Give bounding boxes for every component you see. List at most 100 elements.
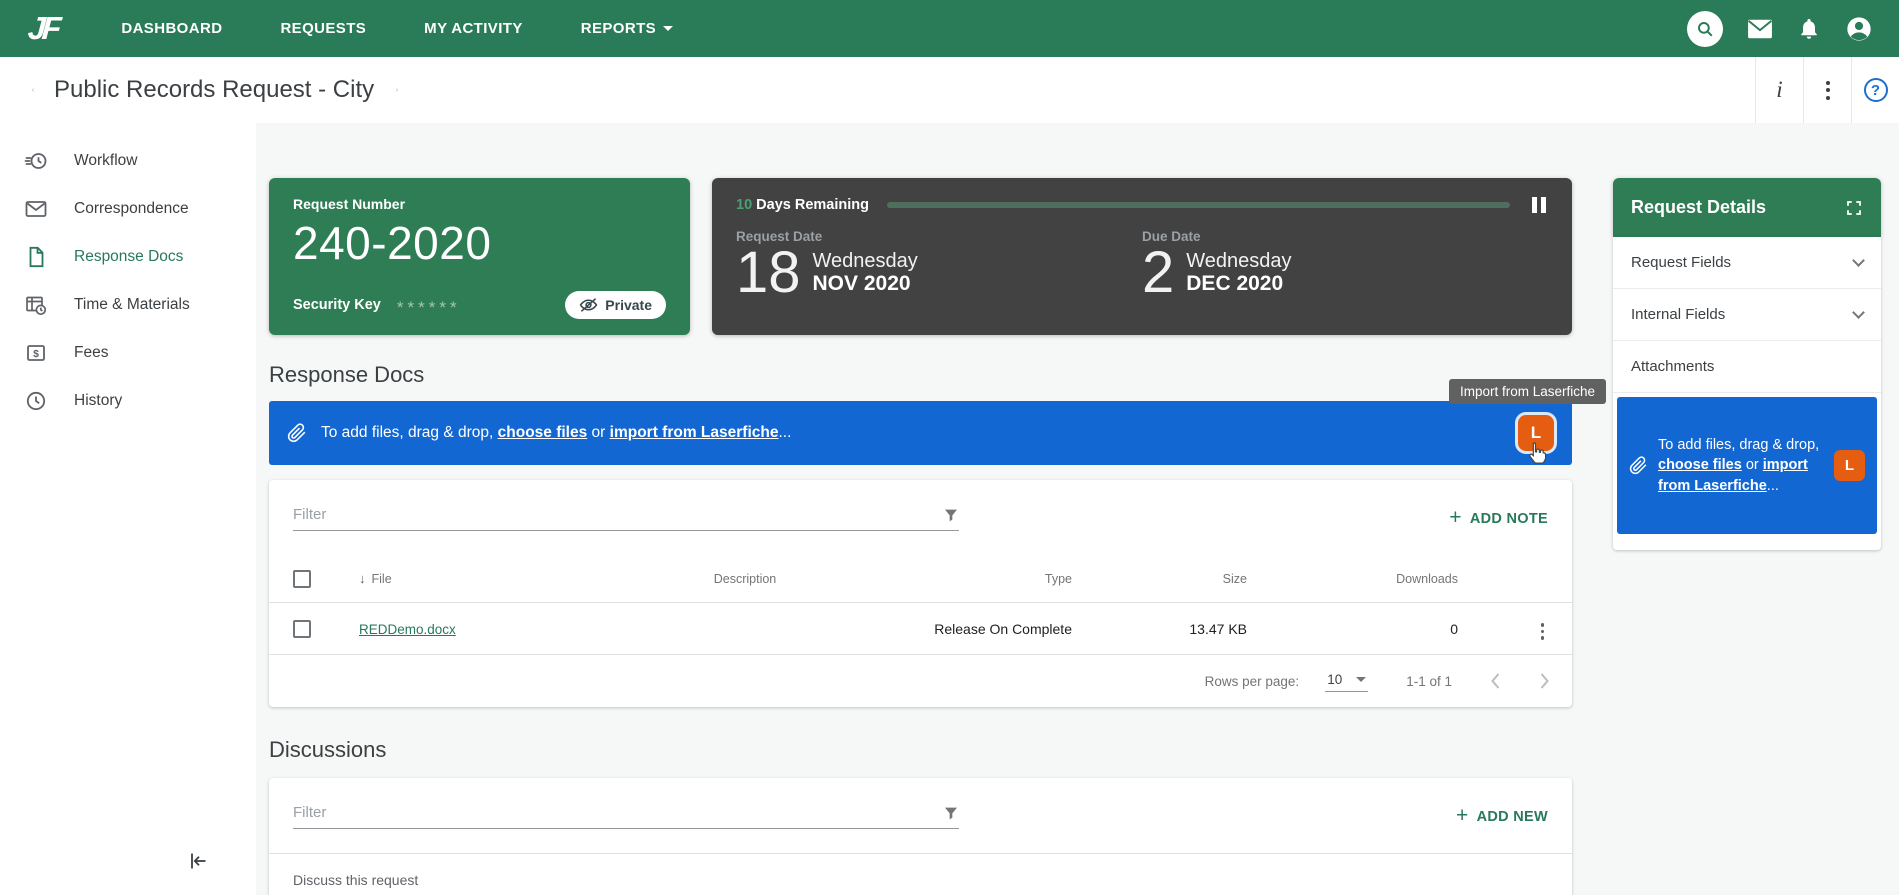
sidebar-item-correspondence[interactable]: Correspondence: [0, 185, 256, 233]
due-date-block: Due Date 2 Wednesday DEC 2020: [1142, 229, 1548, 321]
column-header-downloads[interactable]: Downloads: [1247, 572, 1458, 586]
request-date-month-year: NOV 2020: [812, 272, 911, 296]
plus-icon: +: [1456, 804, 1469, 827]
collapse-sidebar-button[interactable]: [186, 849, 210, 873]
nav-reports[interactable]: REPORTS: [581, 20, 674, 37]
due-date-day: 2: [1142, 240, 1175, 305]
account-icon[interactable]: [1845, 15, 1873, 43]
add-new-button[interactable]: + ADD NEW: [1456, 804, 1548, 827]
forward-chevron-icon[interactable]: [390, 80, 404, 100]
svg-text:$: $: [33, 348, 39, 360]
info-button[interactable]: i: [1755, 57, 1803, 123]
nav-requests[interactable]: REQUESTS: [280, 20, 366, 37]
main-area: Request Number 240-2020 Security Key ***…: [256, 123, 1899, 895]
notifications-bell-icon[interactable]: [1797, 17, 1821, 41]
filter-funnel-icon[interactable]: [943, 805, 959, 821]
pause-icon[interactable]: [1530, 195, 1548, 215]
sidebar-item-fees[interactable]: $ Fees: [0, 329, 256, 377]
attachments-dropzone[interactable]: To add files, drag & drop, choose files …: [1617, 397, 1877, 534]
app-logo[interactable]: JF: [27, 10, 59, 47]
top-nav: JF DASHBOARD REQUESTS MY ACTIVITY REPORT…: [0, 0, 1899, 57]
attachments-dropzone-text: To add files, drag & drop, choose files …: [1658, 436, 1820, 494]
mail-icon[interactable]: [1747, 18, 1773, 40]
request-details-header: Request Details: [1613, 178, 1881, 237]
discussions-heading: Discussions: [269, 737, 387, 762]
security-key-label: Security Key: [293, 297, 381, 313]
days-remaining-progressbar: [887, 202, 1510, 208]
file-dropzone[interactable]: To add files, drag & drop, choose files …: [269, 379, 1606, 465]
column-header-type[interactable]: Type: [890, 572, 1072, 586]
eye-off-icon: [579, 298, 598, 312]
sort-descending-icon: ↓: [359, 571, 366, 586]
filter-funnel-icon[interactable]: [943, 507, 959, 523]
due-date-month-year: DEC 2020: [1186, 272, 1284, 296]
sidebar-item-history[interactable]: History: [0, 377, 256, 425]
sidebar-item-response-docs[interactable]: Response Docs: [0, 233, 256, 281]
column-header-description[interactable]: Description: [600, 572, 890, 586]
row-checkbox[interactable]: [293, 619, 311, 638]
discussions-card: + ADD NEW Discuss this request: [269, 778, 1572, 895]
choose-files-link[interactable]: choose files: [1658, 457, 1742, 473]
attachments-section[interactable]: Attachments: [1613, 341, 1881, 393]
sidebar-item-time-materials[interactable]: Time & Materials: [0, 281, 256, 329]
due-date-weekday: Wednesday: [1186, 250, 1292, 273]
laserfiche-import-button[interactable]: L: [1518, 415, 1554, 451]
request-number-value: 240-2020: [293, 217, 492, 269]
sidebar-item-workflow[interactable]: Workflow: [0, 137, 256, 185]
choose-files-link[interactable]: choose files: [498, 424, 588, 441]
document-icon: [29, 246, 44, 268]
info-icon: i: [1776, 77, 1783, 102]
request-date-weekday: Wednesday: [812, 250, 918, 273]
expand-fullscreen-icon[interactable]: [1845, 199, 1863, 217]
import-laserfiche-link[interactable]: import from Laserfiche: [610, 424, 779, 441]
center-column: Request Number 240-2020 Security Key ***…: [269, 123, 1606, 895]
discussions-empty-text: Discuss this request: [269, 853, 1572, 895]
file-link[interactable]: REDDemo.docx: [359, 622, 456, 637]
row-actions-menu-icon[interactable]: [1537, 619, 1549, 644]
time-materials-icon: [26, 296, 47, 316]
rows-per-page-select[interactable]: 10: [1325, 670, 1369, 692]
row-type: Release On Complete: [934, 620, 1072, 637]
collapse-left-icon: [191, 853, 206, 869]
request-fields-accordion[interactable]: Request Fields: [1613, 237, 1881, 289]
page-title: Public Records Request - City: [54, 76, 375, 103]
summary-cards: Request Number 240-2020 Security Key ***…: [269, 178, 1572, 335]
add-note-button[interactable]: + ADD NOTE: [1449, 506, 1548, 529]
help-button[interactable]: ?: [1851, 57, 1899, 123]
discussions-filter-input[interactable]: [293, 804, 943, 821]
request-date-day: 18: [736, 240, 801, 305]
laserfiche-import-button[interactable]: L: [1834, 450, 1865, 481]
select-all-checkbox[interactable]: [293, 569, 311, 588]
nav-dashboard[interactable]: DASHBOARD: [121, 20, 222, 37]
table-header-row: ↓ File Description Type Size Downloads: [269, 555, 1572, 603]
private-toggle-button[interactable]: Private: [565, 291, 666, 319]
response-docs-filter-input[interactable]: [293, 506, 943, 523]
main-nav: DASHBOARD REQUESTS MY ACTIVITY REPORTS: [121, 20, 731, 37]
app-body: Workflow Correspondence Response Docs Ti…: [0, 123, 1899, 895]
breadcrumb-bar: Public Records Request - City i ?: [0, 57, 1899, 123]
dropzone-text: To add files, drag & drop, choose files …: [321, 424, 792, 441]
breadcrumb-actions: i ?: [1755, 57, 1899, 123]
response-docs-table: ↓ File Description Type Size Downloads RE…: [269, 555, 1572, 655]
previous-page-icon[interactable]: [1490, 673, 1501, 689]
more-options-button[interactable]: [1803, 57, 1851, 123]
pagination-range: 1-1 of 1: [1406, 673, 1452, 689]
top-nav-actions: [1687, 10, 1873, 47]
envelope-icon: [25, 201, 47, 217]
search-icon: [1698, 21, 1713, 36]
plus-icon: +: [1449, 506, 1462, 529]
paperclip-icon: [287, 423, 306, 443]
row-downloads: 0: [1450, 620, 1458, 637]
next-page-icon[interactable]: [1539, 673, 1550, 689]
internal-fields-accordion[interactable]: Internal Fields: [1613, 289, 1881, 341]
column-header-size[interactable]: Size: [1072, 572, 1247, 586]
workflow-icon: [24, 153, 47, 169]
timeline-card: 10 Days Remaining Request Date 18 Wednes…: [712, 178, 1572, 335]
column-header-file[interactable]: ↓ File: [333, 571, 600, 586]
left-sidebar: Workflow Correspondence Response Docs Ti…: [0, 123, 256, 895]
pagination-bar: Rows per page: 10 1-1 of 1: [269, 655, 1572, 707]
more-vertical-icon: [1825, 80, 1830, 100]
search-button[interactable]: [1687, 10, 1723, 47]
nav-my-activity[interactable]: MY ACTIVITY: [424, 20, 523, 37]
back-chevron-icon[interactable]: [26, 80, 40, 100]
